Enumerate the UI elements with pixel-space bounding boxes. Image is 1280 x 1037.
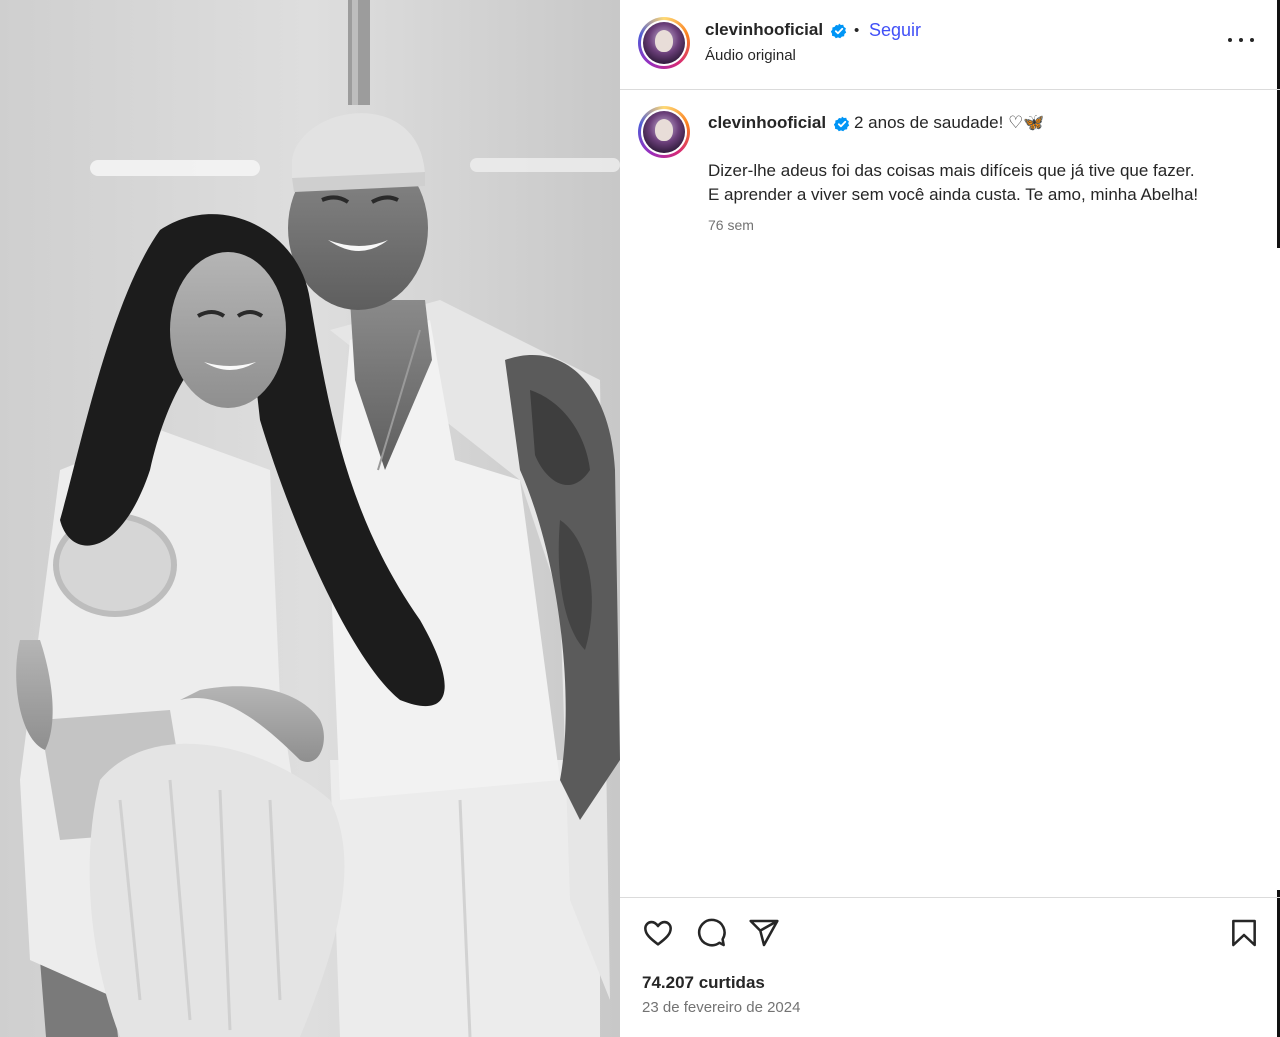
heart-icon[interactable] bbox=[642, 917, 674, 949]
likes-count[interactable]: 74.207 curtidas bbox=[642, 973, 765, 993]
author-username[interactable]: clevinhooficial bbox=[705, 20, 823, 40]
caption-author-avatar[interactable] bbox=[638, 106, 690, 158]
caption-line-2: E aprender a viver sem você ainda custa.… bbox=[708, 185, 1199, 204]
follow-button[interactable]: Seguir bbox=[869, 20, 921, 41]
post-date[interactable]: 23 de fevereiro de 2024 bbox=[642, 999, 800, 1016]
photo-illustration bbox=[0, 0, 620, 1037]
share-icon[interactable] bbox=[748, 917, 780, 949]
bookmark-icon[interactable] bbox=[1228, 917, 1260, 949]
caption-headline: 2 anos de saudade! ♡🦋 bbox=[854, 113, 1045, 132]
caption-line-1: Dizer-lhe adeus foi das coisas mais difí… bbox=[708, 161, 1195, 180]
separator-dot: • bbox=[854, 22, 860, 39]
verified-badge-icon bbox=[831, 23, 847, 39]
more-options-icon[interactable] bbox=[1228, 30, 1254, 50]
post-photo[interactable] bbox=[0, 0, 620, 1037]
post-header: clevinhooficial • Seguir Áudio original bbox=[620, 0, 1280, 90]
post-side-panel: clevinhooficial • Seguir Áudio original … bbox=[620, 0, 1280, 1037]
caption-timestamp[interactable]: 76 sem bbox=[708, 217, 754, 233]
audio-label[interactable]: Áudio original bbox=[705, 47, 796, 64]
comment-icon[interactable] bbox=[695, 917, 727, 949]
caption-username[interactable]: clevinhooficial bbox=[708, 113, 826, 133]
author-avatar[interactable] bbox=[638, 17, 690, 69]
verified-badge-icon bbox=[834, 116, 850, 132]
